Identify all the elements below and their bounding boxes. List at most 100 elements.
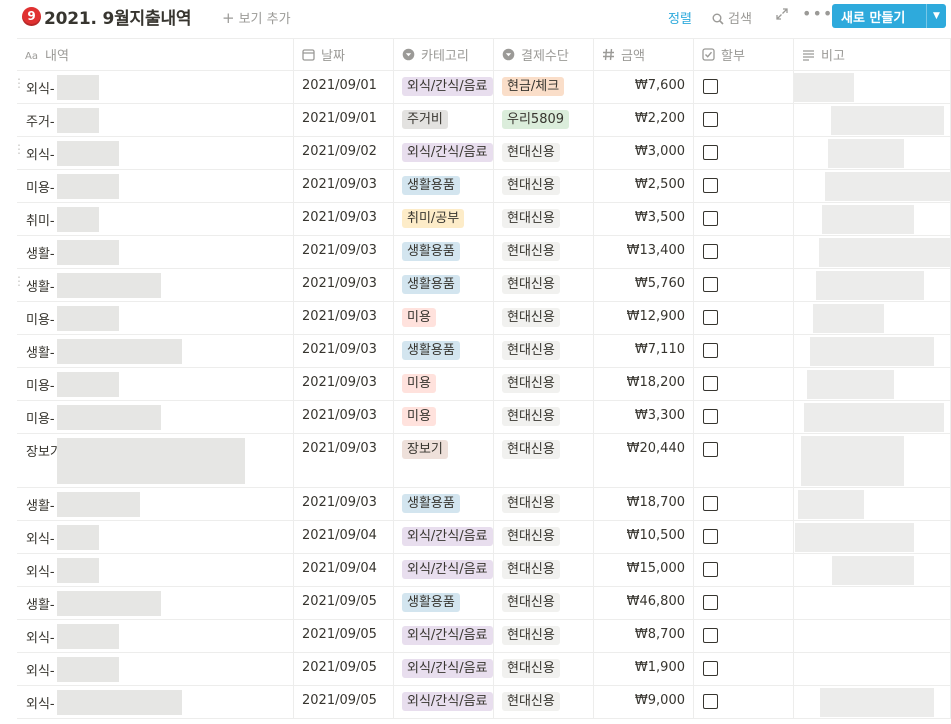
drag-handle-icon[interactable]: ⋮⋮ xyxy=(17,143,25,155)
note-cell[interactable] xyxy=(794,653,951,685)
table-row[interactable]: 미용- 2021/09/03 미용 현대신용 ₩12,900 xyxy=(17,302,951,335)
page-title[interactable]: 2021. 9월지출내역 xyxy=(44,4,192,29)
category-cell[interactable]: 외식/간식/음료 xyxy=(394,686,494,718)
table-row[interactable]: 장보기 2021/09/03 장보기 현대신용 ₩20,440 xyxy=(17,434,951,488)
note-cell[interactable] xyxy=(794,620,951,652)
amount-cell[interactable]: ₩18,700 xyxy=(594,488,694,520)
payment-cell[interactable]: 현대신용 xyxy=(494,335,594,367)
name-cell[interactable]: 장보기 xyxy=(17,434,294,487)
installment-checkbox[interactable] xyxy=(703,178,718,193)
payment-cell[interactable]: 현대신용 xyxy=(494,488,594,520)
drag-handle-icon[interactable]: ⋮⋮ xyxy=(17,77,25,89)
amount-cell[interactable]: ₩46,800 xyxy=(594,587,694,619)
name-cell[interactable]: 생활- xyxy=(17,236,294,268)
column-header-category[interactable]: 카테고리 xyxy=(394,39,494,70)
installment-checkbox[interactable] xyxy=(703,529,718,544)
expand-icon[interactable] xyxy=(776,8,790,24)
amount-cell[interactable]: ₩1,900 xyxy=(594,653,694,685)
name-cell[interactable]: 취미- xyxy=(17,203,294,235)
payment-cell[interactable]: 현대신용 xyxy=(494,302,594,334)
payment-cell[interactable]: 현대신용 xyxy=(494,137,594,169)
installment-checkbox[interactable] xyxy=(703,79,718,94)
table-row[interactable]: 생활- 2021/09/05 생활용품 현대신용 ₩46,800 xyxy=(17,587,951,620)
amount-cell[interactable]: ₩7,110 xyxy=(594,335,694,367)
add-view-button[interactable]: + 보기 추가 xyxy=(222,8,291,27)
category-cell[interactable]: 미용 xyxy=(394,401,494,433)
date-cell[interactable]: 2021/09/01 xyxy=(294,104,394,136)
category-cell[interactable]: 장보기 xyxy=(394,434,494,487)
note-cell[interactable] xyxy=(794,137,951,169)
date-cell[interactable]: 2021/09/03 xyxy=(294,368,394,400)
installment-checkbox[interactable] xyxy=(703,562,718,577)
category-cell[interactable]: 생활용품 xyxy=(394,488,494,520)
category-cell[interactable]: 생활용품 xyxy=(394,335,494,367)
amount-cell[interactable]: ₩5,760 xyxy=(594,269,694,301)
name-cell[interactable]: 미용- xyxy=(17,401,294,433)
installment-checkbox[interactable] xyxy=(703,694,718,709)
name-cell[interactable]: ⋮⋮외식- xyxy=(17,137,294,169)
note-cell[interactable] xyxy=(794,203,951,235)
installment-checkbox[interactable] xyxy=(703,211,718,226)
table-row[interactable]: ⋮⋮생활- 2021/09/03 생활용품 현대신용 ₩5,760 xyxy=(17,269,951,302)
amount-cell[interactable]: ₩12,900 xyxy=(594,302,694,334)
installment-checkbox[interactable] xyxy=(703,628,718,643)
category-cell[interactable]: 외식/간식/음료 xyxy=(394,137,494,169)
table-row[interactable]: 미용- 2021/09/03 미용 현대신용 ₩18,200 xyxy=(17,368,951,401)
amount-cell[interactable]: ₩2,500 xyxy=(594,170,694,202)
name-cell[interactable]: ⋮⋮생활- xyxy=(17,269,294,301)
category-cell[interactable]: 외식/간식/음료 xyxy=(394,71,494,103)
installment-checkbox[interactable] xyxy=(703,409,718,424)
note-cell[interactable] xyxy=(794,521,951,553)
category-cell[interactable]: 취미/공부 xyxy=(394,203,494,235)
amount-cell[interactable]: ₩13,400 xyxy=(594,236,694,268)
payment-cell[interactable]: 현금/체크 xyxy=(494,71,594,103)
name-cell[interactable]: 생활- xyxy=(17,488,294,520)
sort-button[interactable]: 정렬 xyxy=(668,8,692,27)
name-cell[interactable]: 외식- xyxy=(17,620,294,652)
date-cell[interactable]: 2021/09/02 xyxy=(294,137,394,169)
note-cell[interactable] xyxy=(794,368,951,400)
installment-checkbox[interactable] xyxy=(703,112,718,127)
table-row[interactable]: 생활- 2021/09/03 생활용품 현대신용 ₩13,400 xyxy=(17,236,951,269)
table-row[interactable]: 외식- 2021/09/05 외식/간식/음료 현대신용 ₩1,900 xyxy=(17,653,951,686)
category-cell[interactable]: 미용 xyxy=(394,302,494,334)
name-cell[interactable]: 외식- xyxy=(17,554,294,586)
more-options-icon[interactable]: ••• xyxy=(802,4,833,23)
date-cell[interactable]: 2021/09/05 xyxy=(294,587,394,619)
amount-cell[interactable]: ₩7,600 xyxy=(594,71,694,103)
installment-checkbox[interactable] xyxy=(703,277,718,292)
note-cell[interactable] xyxy=(794,554,951,586)
category-cell[interactable]: 생활용품 xyxy=(394,236,494,268)
table-row[interactable]: 외식- 2021/09/04 외식/간식/음료 현대신용 ₩15,000 xyxy=(17,554,951,587)
category-cell[interactable]: 미용 xyxy=(394,368,494,400)
table-row[interactable]: 취미- 2021/09/03 취미/공부 현대신용 ₩3,500 xyxy=(17,203,951,236)
column-header-note[interactable]: 비고 xyxy=(794,39,951,70)
amount-cell[interactable]: ₩10,500 xyxy=(594,521,694,553)
installment-checkbox[interactable] xyxy=(703,442,718,457)
chevron-down-icon[interactable]: ▼ xyxy=(927,11,946,21)
table-row[interactable]: ⋮⋮외식- 2021/09/02 외식/간식/음료 현대신용 ₩3,000 xyxy=(17,137,951,170)
payment-cell[interactable]: 현대신용 xyxy=(494,686,594,718)
amount-cell[interactable]: ₩2,200 xyxy=(594,104,694,136)
category-cell[interactable]: 외식/간식/음료 xyxy=(394,620,494,652)
note-cell[interactable] xyxy=(794,686,951,718)
amount-cell[interactable]: ₩18,200 xyxy=(594,368,694,400)
installment-checkbox[interactable] xyxy=(703,496,718,511)
date-cell[interactable]: 2021/09/03 xyxy=(294,488,394,520)
note-cell[interactable] xyxy=(794,71,951,103)
table-row[interactable]: 미용- 2021/09/03 미용 현대신용 ₩3,300 xyxy=(17,401,951,434)
payment-cell[interactable]: 현대신용 xyxy=(494,653,594,685)
amount-cell[interactable]: ₩3,000 xyxy=(594,137,694,169)
payment-cell[interactable]: 우리5809 xyxy=(494,104,594,136)
installment-checkbox[interactable] xyxy=(703,661,718,676)
table-row[interactable]: 미용- 2021/09/03 생활용품 현대신용 ₩2,500 xyxy=(17,170,951,203)
search-button[interactable]: 검색 xyxy=(712,8,752,27)
date-cell[interactable]: 2021/09/03 xyxy=(294,401,394,433)
table-row[interactable]: 주거- 2021/09/01 주거비 우리5809 ₩2,200 xyxy=(17,104,951,137)
date-cell[interactable]: 2021/09/03 xyxy=(294,335,394,367)
payment-cell[interactable]: 현대신용 xyxy=(494,554,594,586)
payment-cell[interactable]: 현대신용 xyxy=(494,620,594,652)
date-cell[interactable]: 2021/09/05 xyxy=(294,620,394,652)
category-cell[interactable]: 생활용품 xyxy=(394,269,494,301)
name-cell[interactable]: 외식- xyxy=(17,521,294,553)
